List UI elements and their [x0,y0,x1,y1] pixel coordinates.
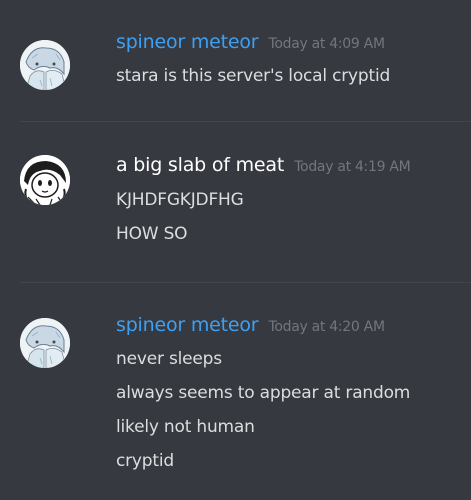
message-line: stara is this server's local cryptid [116,66,391,86]
username[interactable]: a big slab of meat [116,154,284,176]
doodle-face-avatar-icon [20,155,70,205]
anime-sketch-avatar-icon [20,40,70,90]
message-content: stara is this server's local cryptid [116,64,466,98]
timestamp: Today at 4:09 AM [268,36,386,52]
message-divider [20,282,471,283]
message-line: always seems to appear at random [116,383,411,403]
timestamp: Today at 4:19 AM [294,159,411,175]
message-line: cryptid [116,451,174,471]
message-header: a big slab of meat Today at 4:19 AM [116,154,411,176]
user-avatar[interactable] [20,318,70,368]
message-line: KJHDFGKJDFHG [116,190,244,210]
username[interactable]: spineor meteor [116,31,259,53]
message-line: likely not human [116,417,255,437]
message-divider [20,121,471,122]
anime-sketch-avatar-icon [20,318,70,368]
username[interactable]: spineor meteor [116,314,259,336]
message-content: never sleeps always seems to appear at r… [116,347,466,483]
message-line: never sleeps [116,349,222,369]
message-header: spineor meteor Today at 4:09 AM [116,31,385,53]
message-content: KJHDFGKJDFHG HOW SO [116,188,466,256]
user-avatar[interactable] [20,40,70,90]
user-avatar[interactable] [20,155,70,205]
timestamp: Today at 4:20 AM [268,319,386,335]
message-header: spineor meteor Today at 4:20 AM [116,314,385,336]
message-line: HOW SO [116,224,188,244]
